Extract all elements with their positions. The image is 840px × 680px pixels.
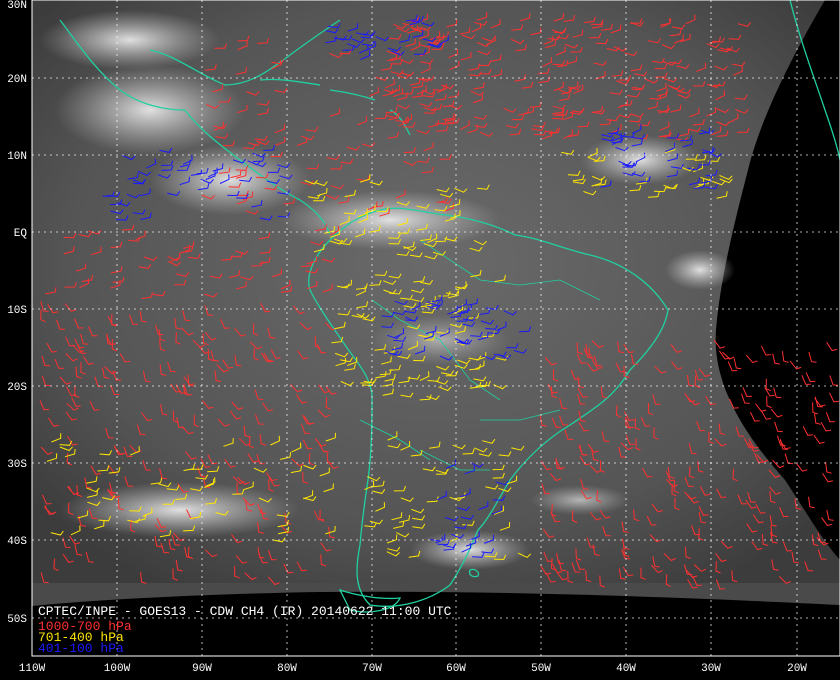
lon-label: 110W <box>19 663 46 675</box>
lon-label: 70W <box>362 663 382 675</box>
lon-label: 80W <box>277 663 297 675</box>
lon-label: 100W <box>104 663 131 675</box>
lon-label: 60W <box>446 663 466 675</box>
lon-label: 20W <box>787 663 807 675</box>
lat-label: 20S <box>7 382 27 394</box>
map-title: CPTEC/INPE - GOES13 - CDW CH4 (IR) 20140… <box>38 604 452 619</box>
legend-high: 401-100 hPa <box>38 641 124 656</box>
lat-label: 30S <box>7 459 27 471</box>
lon-label: 90W <box>192 663 212 675</box>
lon-label: 30W <box>701 663 721 675</box>
lat-label: 50S <box>7 614 27 626</box>
lon-label: 40W <box>616 663 636 675</box>
lat-label: 20N <box>7 74 27 86</box>
lat-label: EQ <box>14 228 28 240</box>
satellite-wind-map: 30N 20N 10N EQ 10S 20S 30S 40S 50S 110W 100W 90W 80… <box>0 0 840 680</box>
lat-label: 40S <box>7 536 27 548</box>
lat-label: 10S <box>7 305 27 317</box>
lon-label: 50W <box>531 663 551 675</box>
lat-label: 10N <box>7 151 27 163</box>
lat-label: 30N <box>7 0 27 12</box>
